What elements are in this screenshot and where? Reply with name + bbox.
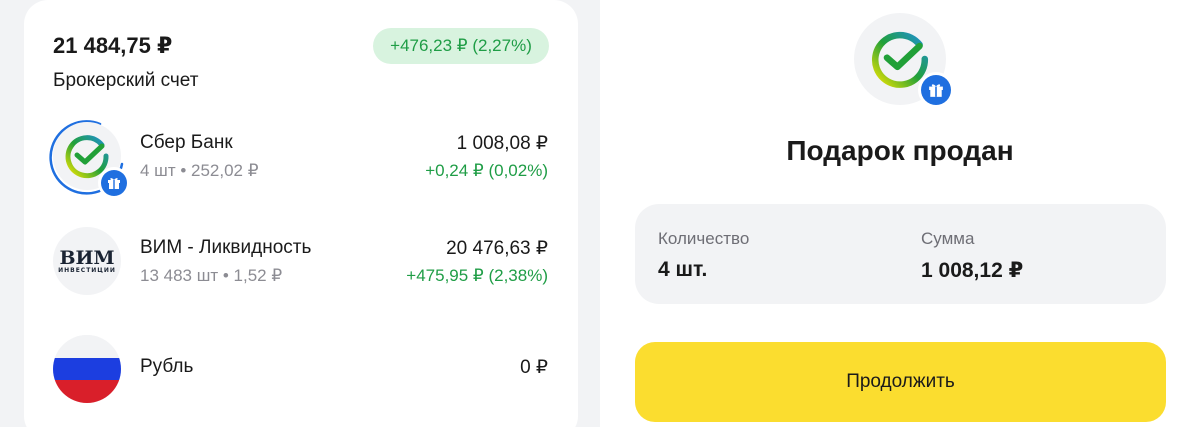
holding-value: 20 476,63 ₽ [446, 238, 548, 259]
broker-account-card[interactable]: 21 484,75 ₽ +476,23 ₽ (2,27%) Брокерский… [24, 0, 578, 427]
holding-change: +475,95 ₽ (2,38%) [406, 266, 548, 285]
account-label: Брокерский счет [53, 70, 199, 91]
holding-value: 0 ₽ [520, 357, 548, 378]
holding-name: ВИМ - Ликвидность [140, 237, 312, 258]
gift-icon [921, 75, 951, 105]
russian-flag-icon [53, 335, 121, 403]
holding-name: Рубль [140, 356, 194, 377]
gift-icon [101, 170, 127, 196]
gift-badge [918, 72, 954, 108]
vim-logo-text: ВИМ [59, 246, 115, 269]
holding-name: Сбер Банк [140, 132, 233, 153]
quantity-value: 4 шт. [658, 258, 708, 281]
gift-sold-panel: Подарок продан Количество 4 шт. Сумма 1 … [600, 0, 1200, 427]
holding-change: +0,24 ₽ (0,02%) [425, 161, 548, 180]
holding-row-ruble[interactable]: Рубль 0 ₽ [24, 323, 578, 413]
portfolio-change-badge: +476,23 ₽ (2,27%) [373, 28, 549, 64]
portfolio-total: 21 484,75 ₽ [53, 33, 173, 58]
portfolio-panel: 21 484,75 ₽ +476,23 ₽ (2,27%) Брокерский… [0, 0, 600, 427]
holding-quantity-price: 13 483 шт • 1,52 ₽ [140, 266, 283, 285]
holding-row-sber[interactable]: Сбер Банк 4 шт • 252,02 ₽ 1 008,08 ₽ +0,… [24, 110, 578, 200]
sale-summary: Количество 4 шт. Сумма 1 008,12 ₽ [635, 204, 1166, 304]
quantity-label: Количество [658, 229, 750, 248]
sum-label: Сумма [921, 229, 975, 248]
sum-value: 1 008,12 ₽ [921, 259, 1024, 282]
gift-badge [98, 167, 130, 199]
gift-sold-title: Подарок продан [786, 135, 1014, 166]
holding-quantity-price: 4 шт • 252,02 ₽ [140, 161, 259, 180]
vim-logo: ВИМ ИНВЕСТИЦИИ [53, 227, 121, 295]
holding-value: 1 008,08 ₽ [456, 133, 548, 154]
vim-logo-subtext: ИНВЕСТИЦИИ [58, 266, 116, 274]
holding-row-vim[interactable]: ВИМ ИНВЕСТИЦИИ ВИМ - Ликвидность 13 483 … [24, 215, 578, 305]
continue-button[interactable]: Продолжить [635, 342, 1166, 422]
